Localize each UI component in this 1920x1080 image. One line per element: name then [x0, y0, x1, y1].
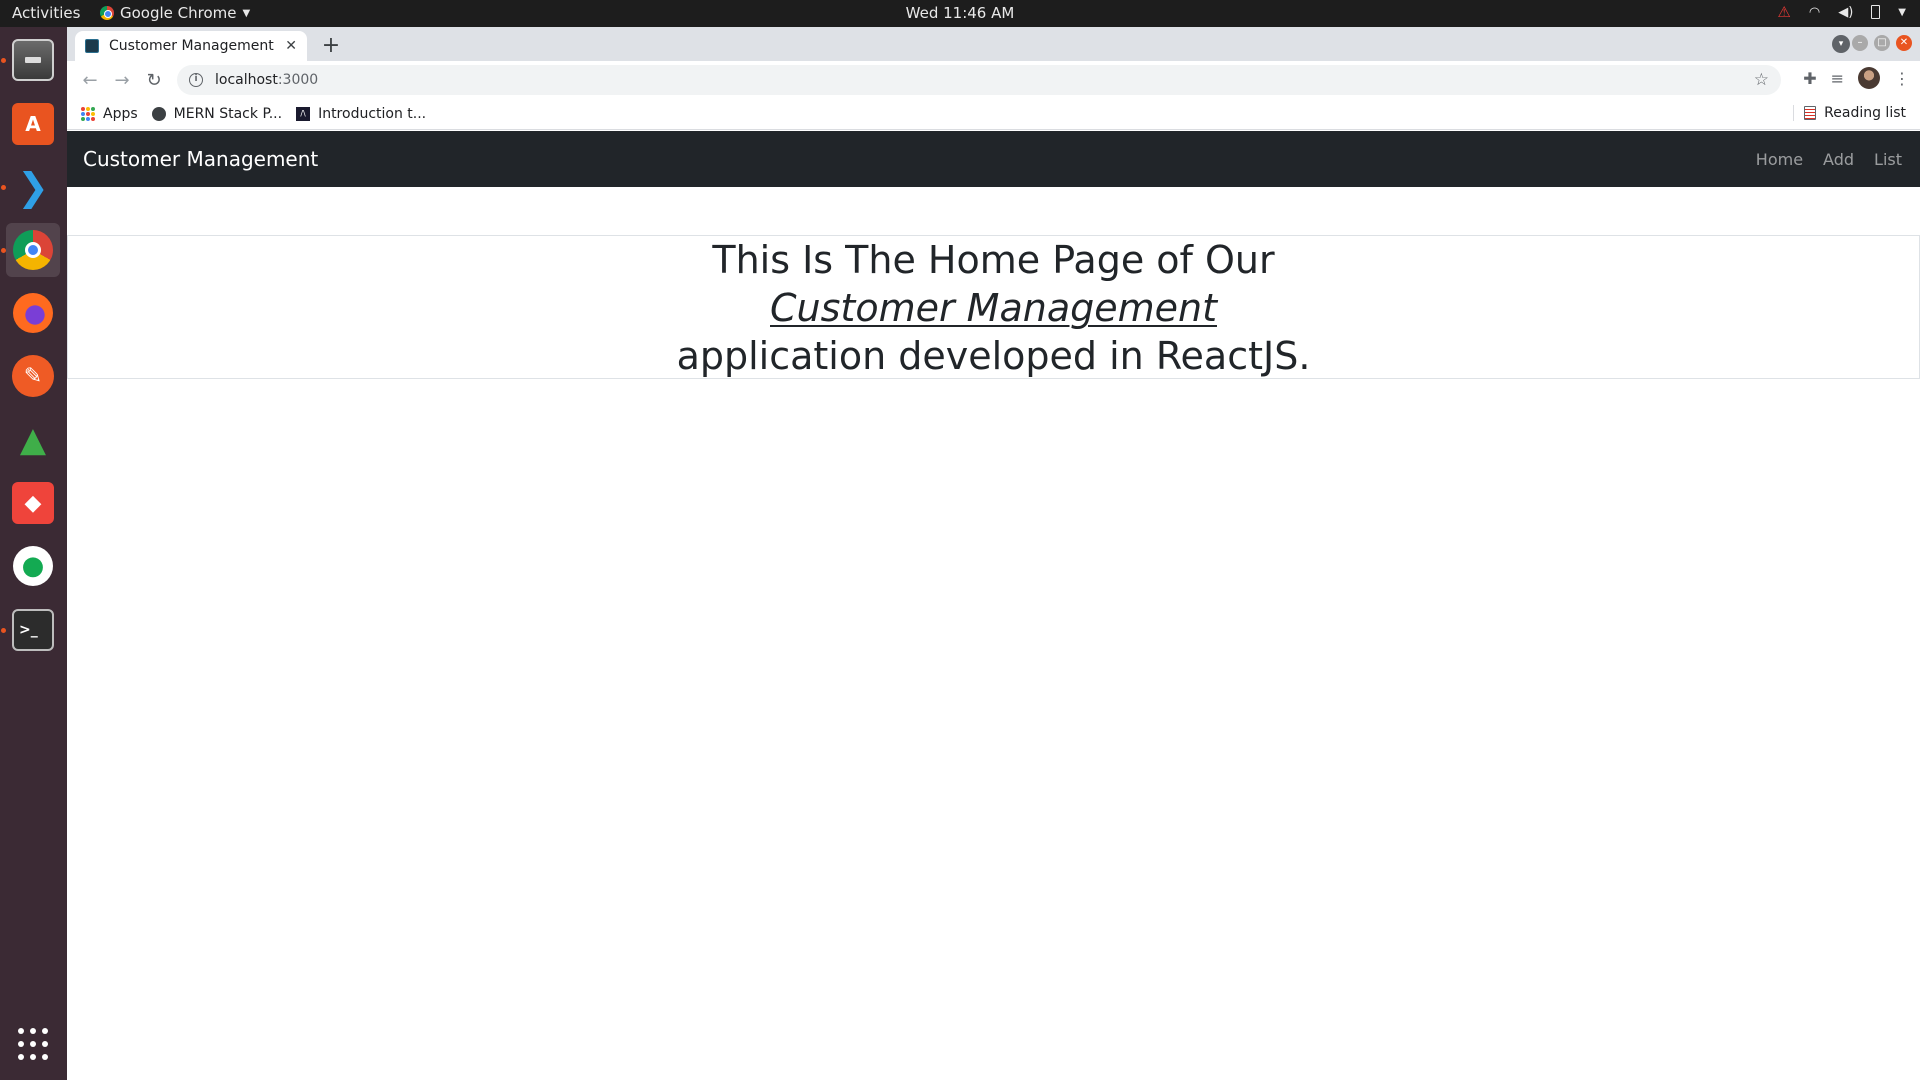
- toolbar-icons: ✚ ≡ ⋮: [1803, 67, 1910, 89]
- robo3t-rocket-icon: ▲: [19, 420, 47, 460]
- navbar-brand[interactable]: Customer Management: [83, 147, 318, 171]
- maximize-button[interactable]: □: [1874, 35, 1890, 51]
- bookmark-label: Introduction t...: [318, 106, 427, 122]
- browser-toolbar: ← → ↻ i localhost:3000 ☆ ✚ ≡ ⋮: [67, 61, 1920, 99]
- reading-list-button[interactable]: Reading list: [1793, 105, 1906, 121]
- tab-search-button[interactable]: ▾: [1832, 35, 1850, 53]
- profile-avatar[interactable]: [1858, 67, 1880, 89]
- reading-list-label: Reading list: [1824, 105, 1906, 121]
- reload-button[interactable]: ↻: [139, 65, 169, 95]
- activities-button[interactable]: Activities: [12, 4, 80, 22]
- forward-button[interactable]: →: [107, 65, 137, 95]
- address-bar[interactable]: i localhost:3000 ☆: [177, 65, 1781, 95]
- bookmark-mern-stack[interactable]: MERN Stack P...: [151, 106, 283, 122]
- web-page: Customer Management Home Add List This I…: [67, 131, 1920, 1080]
- nav-link-list[interactable]: List: [1866, 142, 1910, 177]
- dock-item-files[interactable]: [1, 33, 60, 87]
- reading-list-icon: [1804, 106, 1817, 120]
- extensions-puzzle-icon[interactable]: ✚: [1803, 69, 1816, 88]
- tab-title: Customer Management: [109, 38, 274, 54]
- bookmark-introduction[interactable]: /\ Introduction t...: [296, 106, 426, 122]
- dock-item-terminal[interactable]: >_: [1, 603, 60, 657]
- mongodb-leaf-icon: ●: [13, 546, 53, 586]
- tab-customer-management[interactable]: Customer Management ✕: [75, 31, 307, 61]
- postman-icon: ✎: [12, 355, 54, 397]
- app-navbar: Customer Management Home Add List: [67, 131, 1920, 187]
- dock-item-robo3t[interactable]: ▲: [6, 413, 60, 467]
- files-icon: [12, 39, 54, 81]
- hero-app-name: Customer Management: [770, 286, 1217, 330]
- url-port: :3000: [277, 72, 319, 88]
- globe-icon: [151, 107, 166, 121]
- clock[interactable]: Wed 11:46 AM: [906, 4, 1015, 22]
- url-host: localhost: [215, 72, 278, 88]
- dock-item-ubuntu-software[interactable]: A: [6, 97, 60, 151]
- site-info-icon[interactable]: i: [189, 73, 203, 87]
- running-indicator: [1, 58, 6, 63]
- dock-item-chrome[interactable]: [1, 223, 60, 277]
- dock-item-vscode[interactable]: ❯: [1, 160, 60, 214]
- dock-item-anydesk[interactable]: ◆: [6, 476, 60, 530]
- running-indicator: [1, 628, 6, 633]
- system-tray[interactable]: ⚠ ◠ ◀) ▼: [1777, 3, 1906, 21]
- bookmark-star-icon[interactable]: ☆: [1754, 70, 1769, 90]
- wifi-icon[interactable]: ◠: [1809, 5, 1820, 20]
- dock-item-firefox[interactable]: [6, 286, 60, 340]
- navbar-links: Home Add List: [1748, 142, 1910, 177]
- new-tab-button[interactable]: +: [319, 33, 343, 58]
- dock-item-postman[interactable]: ✎: [6, 349, 60, 403]
- window-controls: – □ ✕: [1852, 35, 1912, 51]
- bookmark-label: Apps: [103, 106, 138, 122]
- home-hero: This Is The Home Page of Our Customer Ma…: [67, 235, 1920, 379]
- chrome-icon: [13, 230, 53, 270]
- back-button[interactable]: ←: [75, 65, 105, 95]
- app-menu[interactable]: Google Chrome ▼: [100, 4, 250, 22]
- react-favicon-icon: [85, 39, 99, 53]
- chrome-window: Customer Management ✕ + ▾ – □ ✕ ← → ↻ i …: [67, 27, 1920, 1080]
- nav-link-add[interactable]: Add: [1815, 142, 1862, 177]
- terminal-icon: >_: [12, 609, 54, 651]
- minimize-button[interactable]: –: [1852, 35, 1868, 51]
- dock: A ❯ ✎ ▲ ◆ ● >_: [0, 27, 67, 1080]
- warning-icon[interactable]: ⚠: [1777, 3, 1790, 21]
- close-tab-icon[interactable]: ✕: [285, 38, 297, 54]
- apps-grid-icon: [81, 107, 95, 121]
- menu-kebab-icon[interactable]: ⋮: [1894, 69, 1910, 88]
- running-indicator: [1, 248, 6, 253]
- caret-down-icon: ▼: [242, 7, 251, 19]
- bookmark-apps[interactable]: Apps: [81, 106, 138, 122]
- media-control-icon[interactable]: ≡: [1831, 69, 1844, 88]
- chrome-icon: [100, 6, 114, 20]
- vscode-icon: ❯: [17, 165, 49, 209]
- tab-strip: Customer Management ✕ + ▾ – □ ✕: [67, 27, 1920, 61]
- volume-icon[interactable]: ◀): [1838, 5, 1853, 20]
- app-menu-label: Google Chrome: [120, 4, 237, 22]
- nav-link-home[interactable]: Home: [1748, 142, 1811, 177]
- running-indicator: [1, 185, 6, 190]
- bookmarks-bar: Apps MERN Stack P... /\ Introduction t..…: [67, 99, 1920, 130]
- caret-down-icon[interactable]: ▼: [1898, 7, 1906, 18]
- battery-icon[interactable]: [1871, 5, 1881, 19]
- site-favicon-icon: /\: [296, 107, 311, 121]
- system-top-bar: Activities Google Chrome ▼ Wed 11:46 AM …: [0, 0, 1920, 27]
- app-grid-icon: [17, 1028, 49, 1060]
- bookmark-label: MERN Stack P...: [173, 106, 283, 122]
- hero-line-1: This Is The Home Page of Our: [712, 238, 1275, 282]
- close-window-button[interactable]: ✕: [1896, 35, 1912, 51]
- anydesk-icon: ◆: [12, 482, 54, 524]
- show-applications-button[interactable]: [6, 1017, 60, 1071]
- hero-line-3: application developed in ReactJS.: [676, 334, 1311, 378]
- firefox-icon: [13, 293, 53, 333]
- dock-item-mongodb-compass[interactable]: ●: [6, 539, 60, 593]
- software-bag-icon: A: [12, 103, 54, 145]
